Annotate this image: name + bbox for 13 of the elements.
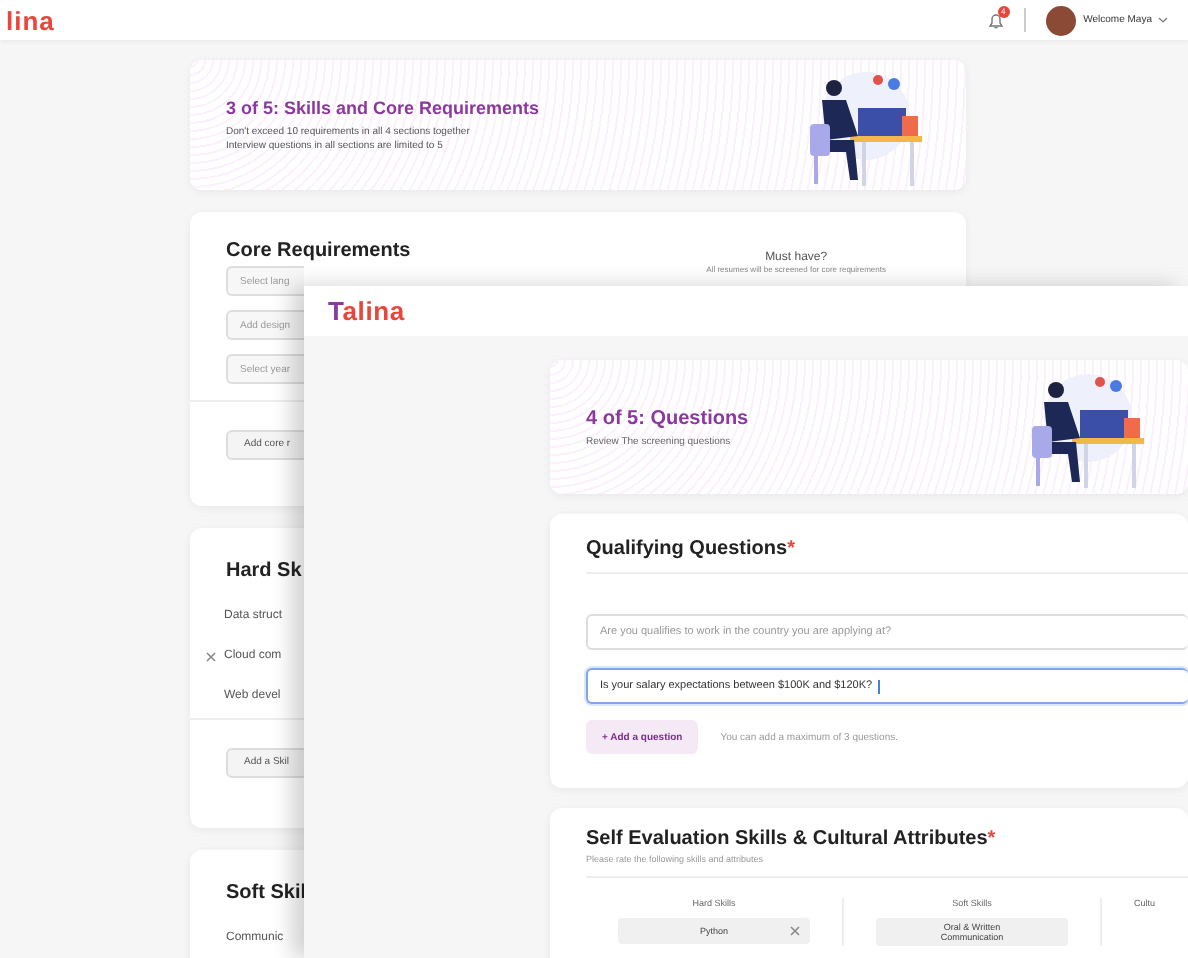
app-logo: Talina — [328, 296, 405, 326]
remove-icon[interactable] — [206, 651, 216, 661]
section-title: Qualifying Questions* — [586, 538, 795, 560]
bell-icon[interactable] — [987, 11, 1004, 29]
step-title: 3 of 5: Skills and Core Requirements — [226, 98, 540, 118]
section-title: Core Requirements — [226, 240, 411, 262]
section-title: Hard Sk — [226, 560, 302, 582]
step-title: 4 of 5: Questions — [586, 407, 749, 429]
section-title: Self Evaluation Skills & Cultural Attributes* — [586, 828, 996, 850]
avatar[interactable] — [1045, 5, 1076, 35]
app-logo: lina — [6, 5, 55, 35]
remove-icon[interactable] — [790, 926, 800, 936]
chevron-down-icon[interactable] — [1158, 16, 1168, 24]
